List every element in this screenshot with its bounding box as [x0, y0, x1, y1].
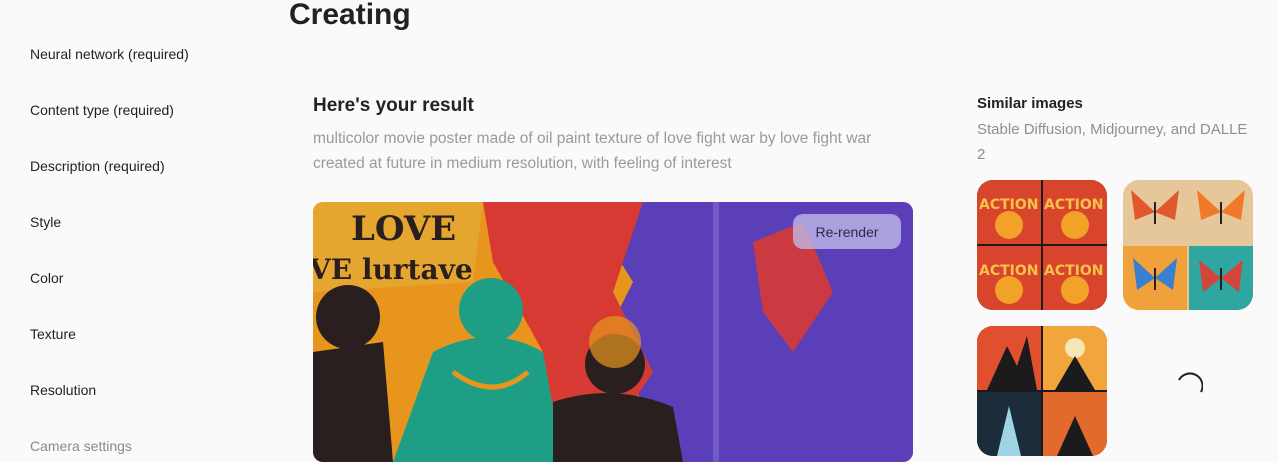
sidebar-item-content-type[interactable]: Content type (required)	[30, 102, 174, 118]
similar-image-thumbnail[interactable]	[1123, 180, 1253, 310]
thumb-word-3: ACTION	[979, 263, 1039, 279]
sidebar-item-color[interactable]: Color	[30, 270, 63, 286]
rerender-button[interactable]: Re-render	[793, 214, 901, 249]
similar-images-heading: Similar images	[977, 95, 1083, 112]
sidebar-item-texture[interactable]: Texture	[30, 326, 76, 342]
loading-spinner-icon	[1178, 372, 1203, 393]
sidebar-item-style[interactable]: Style	[30, 214, 61, 230]
poster-text-love: LOVE	[351, 209, 456, 249]
sidebar-item-camera-settings[interactable]: Camera settings	[30, 438, 132, 454]
result-heading: Here's your result	[313, 95, 474, 116]
action-poster-grid: ACTION ACTION ACTION ACTION	[977, 180, 1107, 310]
prompt-text: multicolor movie poster made of oil pain…	[313, 130, 872, 172]
thumb-word-1: ACTION	[979, 197, 1039, 213]
scifi-poster-grid	[977, 326, 1107, 456]
sidebar-item-resolution[interactable]: Resolution	[30, 382, 96, 398]
thumb-word-4: ACTION	[1044, 263, 1104, 279]
page-title: Creating	[289, 0, 411, 31]
poster-text-line2: VE lurtave	[313, 253, 473, 286]
sidebar-item-description[interactable]: Description (required)	[30, 158, 165, 174]
similar-image-thumbnail[interactable]	[977, 326, 1107, 456]
similar-image-thumbnail[interactable]: ACTION ACTION ACTION ACTION	[977, 180, 1107, 310]
sidebar-item-neural-network[interactable]: Neural network (required)	[30, 46, 189, 62]
thumb-word-2: ACTION	[1044, 197, 1104, 213]
similar-images-subtitle: Stable Diffusion, Midjourney, and DALLE …	[977, 121, 1248, 163]
butterfly-poster-grid	[1123, 180, 1253, 310]
